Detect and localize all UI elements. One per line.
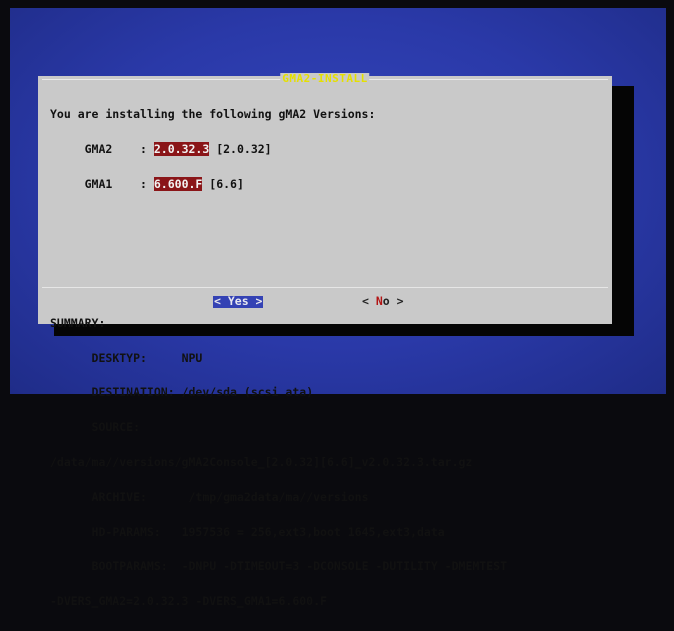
version-value-highlight: 2.0.32.3: [153, 141, 210, 156]
intro-text: You are installing the following gMA2 Ve…: [50, 107, 376, 122]
summary-key: DESKTYP:: [91, 350, 147, 365]
dialog-title: GMA2-INSTALL: [280, 72, 370, 85]
summary-row: DESKTYP: NPU: [50, 350, 604, 365]
install-dialog: GMA2-INSTALL You are installing the foll…: [38, 72, 612, 607]
summary-value: 1957536 = 256,ext3,boot 1645,ext3,data: [181, 524, 445, 539]
version-name: GMA2: [84, 141, 113, 156]
summary-value: NPU: [181, 350, 203, 365]
summary-key: SOURCE:: [91, 420, 141, 435]
bootparams-continued: -DVERS_GMA2=2.0.32.3 -DVERS_GMA1=6.600.F: [50, 594, 327, 609]
version-name: GMA1: [84, 176, 113, 191]
no-button-left: <: [362, 294, 376, 308]
version-bracket: [6.6]: [209, 176, 244, 191]
yes-button[interactable]: < Yes >: [213, 295, 264, 308]
summary-value: -DNPU -DTIMEOUT=3 -DCONSOLE -DUTILITY -D…: [181, 559, 507, 574]
no-button-right: >: [389, 294, 404, 308]
no-button[interactable]: < No >: [362, 294, 404, 308]
summary-key: ARCHIVE:: [91, 489, 147, 504]
summary-value: /dev/sda (scsi ata): [181, 385, 314, 400]
summary-row: DESTINATION: /dev/sda (scsi ata): [50, 387, 604, 399]
summary-key: HD-PARAMS:: [91, 524, 161, 539]
version-value-highlight: 6.600.F: [153, 176, 203, 191]
no-button-label: o: [382, 294, 390, 308]
source-path: /data/ma//versions/gMA2Console_[2.0.32][…: [50, 455, 473, 469]
summary-key: DESTINATION:: [91, 385, 175, 400]
summary-key: BOOTPARAMS:: [91, 559, 168, 574]
summary-row: BOOTPARAMS: -DNPU -DTIMEOUT=3 -DCONSOLE …: [50, 561, 604, 573]
version-row-gma1: GMA1 : 6.600.F [6.6]: [84, 176, 244, 191]
version-bracket: [2.0.32]: [216, 141, 272, 156]
summary-row: SOURCE:: [50, 420, 604, 435]
summary-label: SUMMARY:: [50, 315, 106, 330]
dialog-body: You are installing the following gMA2 Ve…: [50, 86, 604, 631]
summary-row: ARCHIVE: /tmp/gma2data/ma//versions: [50, 489, 604, 504]
summary-row: HD-PARAMS: 1957536 = 256,ext3,boot 1645,…: [50, 524, 604, 539]
button-row: < Yes > < No >: [38, 294, 612, 310]
version-row-gma2: GMA2 : 2.0.32.3 [2.0.32]: [84, 141, 272, 156]
button-separator: [42, 287, 608, 288]
summary-value: /tmp/gma2data/ma//versions: [188, 489, 369, 504]
no-button-hotkey: N: [375, 294, 383, 308]
